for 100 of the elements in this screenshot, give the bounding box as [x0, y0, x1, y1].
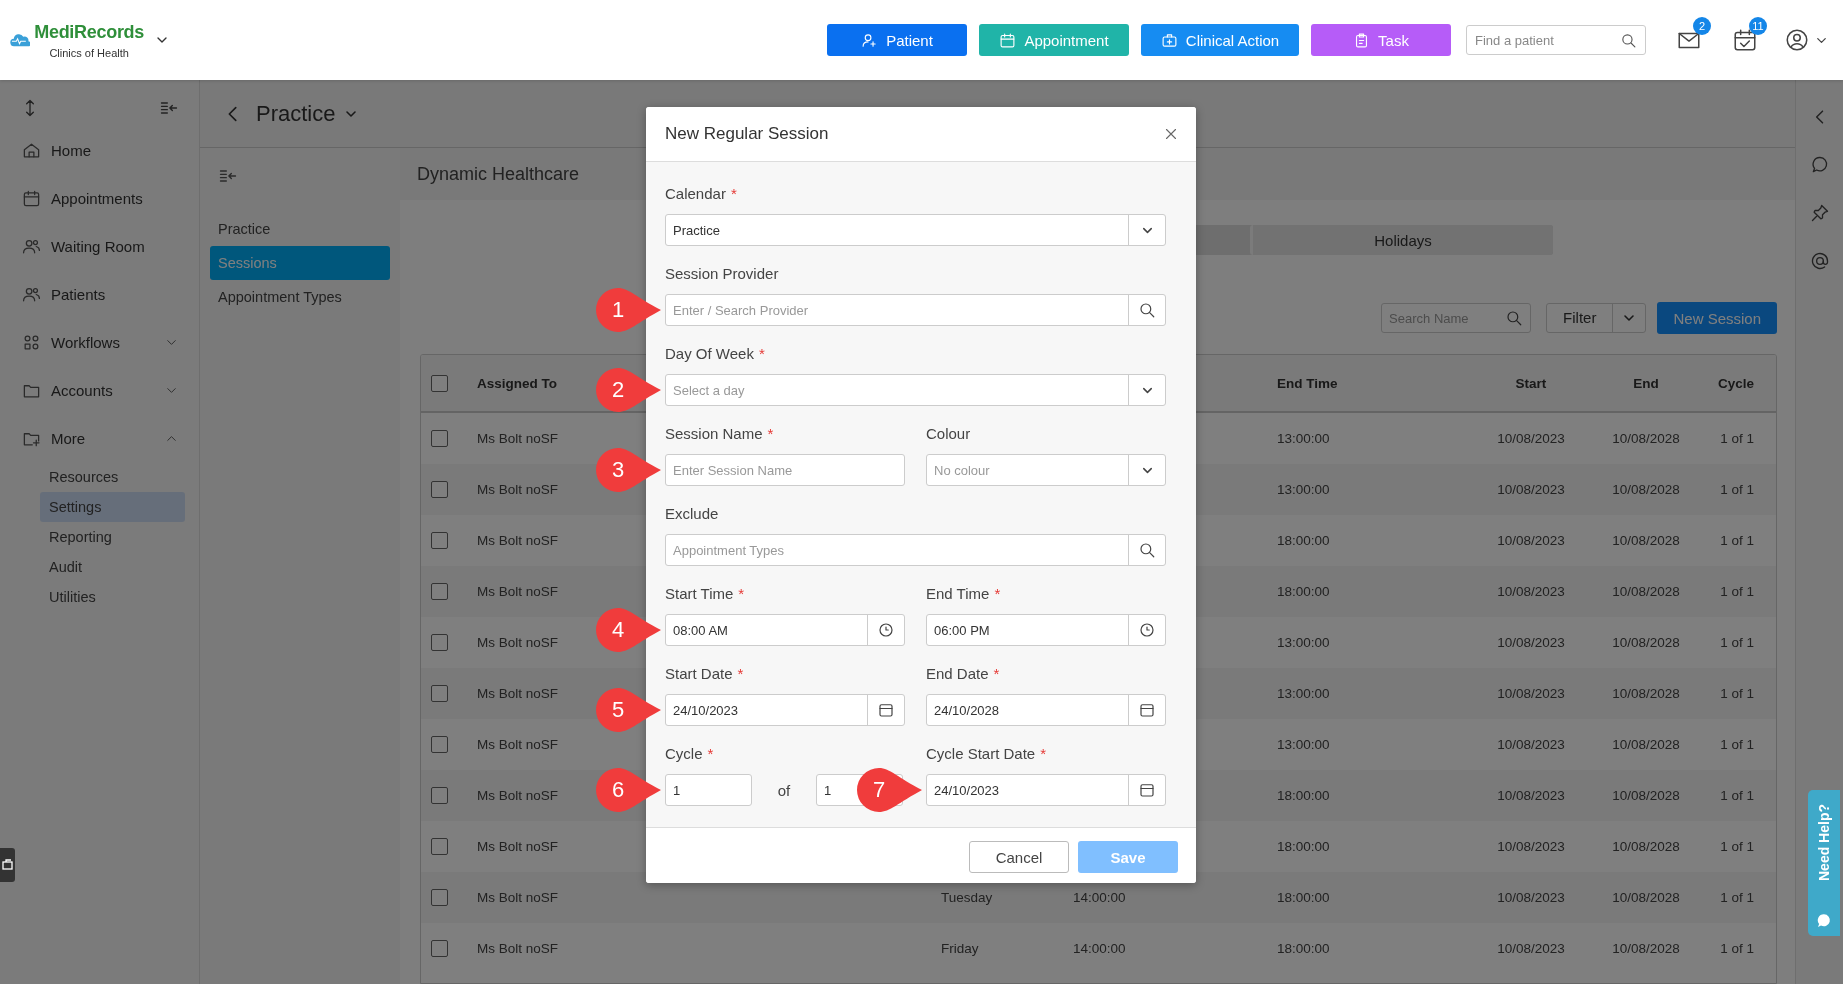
chat-icon[interactable]	[1809, 155, 1830, 175]
table-cell: Ms Bolt noSF	[477, 839, 559, 854]
row-checkbox[interactable]	[431, 940, 448, 957]
table-cell: 13:00:00	[1277, 686, 1330, 701]
need-help-tab[interactable]: Need Help?	[1808, 790, 1840, 936]
row-checkbox[interactable]	[431, 889, 448, 906]
table-cell: 10/08/2023	[1497, 788, 1565, 803]
patient-search-field[interactable]: Find a patient	[1466, 25, 1646, 55]
table-cell: 13:00:00	[1277, 482, 1330, 497]
nav-item[interactable]: Appointments	[0, 174, 199, 222]
clock-icon[interactable]	[1138, 621, 1156, 639]
at-sign-icon[interactable]	[1809, 251, 1830, 271]
clinical-action-button[interactable]: Clinical Action	[1141, 24, 1299, 56]
user-avatar-icon[interactable]	[1784, 27, 1810, 53]
subnav-item[interactable]: Sessions	[210, 246, 390, 280]
search-field[interactable]: Enter / Search Provider	[665, 294, 1166, 326]
select-all-checkbox[interactable]	[431, 374, 448, 392]
field-label: Start Date *	[665, 664, 745, 684]
table-cell: 18:00:00	[1277, 890, 1330, 905]
dropdown-field[interactable]: Practice	[665, 214, 1166, 246]
table-cell: 13:00:00	[1277, 431, 1330, 446]
patient-button[interactable]: Patient	[827, 24, 967, 56]
nav-subitem[interactable]: Reporting	[40, 522, 185, 552]
nav-item[interactable]: Workflows	[0, 318, 199, 366]
tab[interactable]: Holidays	[1250, 225, 1553, 255]
field-label: End Time *	[926, 584, 1002, 604]
dropdown-field[interactable]: No colour	[926, 454, 1166, 486]
table-cell: 1 of 1	[1720, 635, 1754, 650]
table-cell: 10/08/2023	[1497, 737, 1565, 752]
row-checkbox[interactable]	[431, 430, 448, 447]
table-cell: 1 of 1	[1720, 686, 1754, 701]
calendar-icon[interactable]	[1138, 781, 1156, 799]
table-cell: 10/08/2028	[1612, 584, 1680, 599]
table-cell: 1 of 1	[1720, 839, 1754, 854]
nav-subitem[interactable]: Settings	[40, 492, 185, 522]
row-checkbox[interactable]	[431, 787, 448, 804]
row-checkbox[interactable]	[431, 634, 448, 651]
task-button[interactable]: Task	[1311, 24, 1451, 56]
nav-subitem[interactable]: Resources	[40, 462, 185, 492]
nav-item[interactable]: Waiting Room	[0, 222, 199, 270]
table-cell: Ms Bolt noSF	[477, 533, 559, 548]
input-field[interactable]: Enter Session Name	[665, 454, 905, 486]
table-cell: 1 of 1	[1720, 890, 1754, 905]
chat-bubble-icon	[1815, 912, 1833, 930]
side-widget-tab[interactable]	[0, 848, 15, 882]
subnav-item[interactable]: Appointment Types	[210, 280, 390, 314]
callout-marker: 1	[595, 287, 663, 333]
nav-item[interactable]: Accounts	[0, 366, 199, 414]
brand-name: MediRecords	[34, 21, 144, 43]
table-cell: Ms Bolt noSF	[477, 584, 559, 599]
appointment-button[interactable]: Appointment	[979, 24, 1129, 56]
subnav-item[interactable]: Practice	[210, 212, 390, 246]
time-field[interactable]: 08:00 AM	[665, 614, 905, 646]
column-header: End	[1633, 375, 1659, 391]
date-field[interactable]: 24/10/2023	[926, 774, 1166, 806]
search-icon[interactable]	[1138, 541, 1156, 559]
callout-marker: 6	[595, 767, 663, 813]
calendar-icon[interactable]	[1138, 701, 1156, 719]
table-cell: 1 of 1	[1720, 584, 1754, 599]
table-cell: 18:00:00	[1277, 533, 1330, 548]
table-cell: Friday	[941, 941, 979, 956]
row-checkbox[interactable]	[431, 532, 448, 549]
search-icon[interactable]	[1138, 301, 1156, 319]
table-cell: 10/08/2028	[1612, 533, 1680, 548]
row-checkbox[interactable]	[431, 685, 448, 702]
nav-item[interactable]: Patients	[0, 270, 199, 318]
table-cell: Ms Bolt noSF	[477, 635, 559, 650]
field-label: Start Time *	[665, 584, 746, 604]
clock-icon[interactable]	[877, 621, 895, 639]
row-checkbox[interactable]	[431, 583, 448, 600]
table-cell: 10/08/2023	[1497, 482, 1565, 497]
date-field[interactable]: 24/10/2028	[926, 694, 1166, 726]
table-cell: Tuesday	[941, 890, 993, 905]
pin-icon[interactable]	[1809, 203, 1830, 223]
dropdown-field[interactable]: Select a day	[665, 374, 1166, 406]
row-checkbox[interactable]	[431, 736, 448, 753]
filter-button[interactable]: Filter	[1546, 303, 1647, 333]
home-icon	[22, 140, 41, 160]
search-icon	[1505, 309, 1524, 327]
table-cell: Ms Bolt noSF	[477, 737, 559, 752]
search-field[interactable]: Appointment Types	[665, 534, 1166, 566]
new-session-button[interactable]: New Session	[1657, 302, 1777, 334]
row-checkbox[interactable]	[431, 838, 448, 855]
table-cell: 1 of 1	[1720, 737, 1754, 752]
table-cell: 10/08/2023	[1497, 890, 1565, 905]
date-field[interactable]: 24/10/2023	[665, 694, 905, 726]
calendar-icon[interactable]	[877, 701, 895, 719]
table-cell: 10/08/2028	[1612, 890, 1680, 905]
nav-subitem[interactable]: Audit	[40, 552, 185, 582]
nav-subitem[interactable]: Utilities	[40, 582, 185, 612]
table-cell: 1 of 1	[1720, 941, 1754, 956]
row-checkbox[interactable]	[431, 481, 448, 498]
nav-item[interactable]: Home	[0, 126, 199, 174]
cancel-button[interactable]: Cancel	[969, 841, 1069, 873]
notification-badge: 2	[1693, 17, 1711, 35]
nav-item[interactable]: More	[0, 414, 199, 462]
user-plus-icon	[861, 31, 879, 49]
time-field[interactable]: 06:00 PM	[926, 614, 1166, 646]
cycle-number-field[interactable]: 1	[665, 774, 752, 806]
table-cell: 10/08/2028	[1612, 482, 1680, 497]
